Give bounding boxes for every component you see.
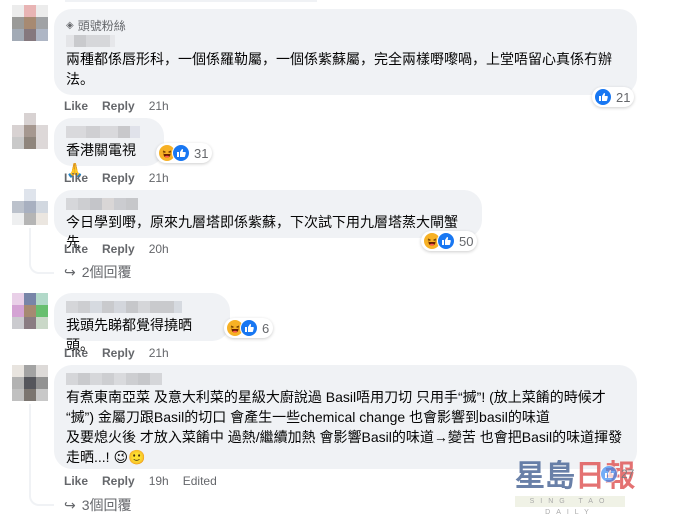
comment-bubble: 今日學到嘢，原來九層塔即係紫蘇，下次試下用九層塔蒸大閘蟹先 xyxy=(54,190,482,250)
like-reaction-icon xyxy=(437,232,455,250)
reply-button[interactable]: Reply xyxy=(102,346,135,360)
reaction-count: 27 xyxy=(621,467,635,481)
like-button[interactable]: Like xyxy=(64,171,88,185)
reaction-summary[interactable]: 27 xyxy=(600,465,634,483)
like-button[interactable]: Like xyxy=(64,474,88,488)
comment-bubble: 香港關電視🙏 xyxy=(54,118,164,178)
reply-button[interactable]: Reply xyxy=(102,242,135,256)
top-fan-badge: ◈ 頭號粉絲 xyxy=(66,17,625,33)
like-button[interactable]: Like xyxy=(64,99,88,113)
reaction-summary[interactable]: 31 xyxy=(156,143,213,163)
author-name[interactable] xyxy=(66,373,625,385)
author-name[interactable] xyxy=(66,301,218,313)
replies-label: 3個回覆 xyxy=(81,497,132,513)
like-reaction-icon xyxy=(600,465,618,483)
timestamp[interactable]: 21h xyxy=(149,171,169,185)
comment-text: 有煮東南亞菜 及意大利菜的星級大廚說過 Basil唔用刀切 只用手“搣”! (放… xyxy=(66,389,623,465)
comment-text: 兩種都係唇形科，一個係羅勒屬，一個係紫蘇屬，完全兩樣嘢嚟喎，上堂唔留心真係冇辦 … xyxy=(66,51,612,87)
reaction-summary[interactable]: 21 xyxy=(592,87,635,107)
comment-bubble: 有煮東南亞菜 及意大利菜的星級大廚說過 Basil唔用刀切 只用手“搣”! (放… xyxy=(54,365,637,469)
avatar[interactable] xyxy=(12,113,48,149)
reaction-count: 6 xyxy=(262,320,270,336)
timestamp[interactable]: 20h xyxy=(149,242,169,256)
thread-connector xyxy=(29,404,54,506)
timestamp[interactable]: 21h xyxy=(149,346,169,360)
comment-bubble: ◈ 頭號粉絲 兩種都係唇形科，一個係羅勒屬，一個係紫蘇屬，完全兩樣嘢嚟喎，上堂唔… xyxy=(54,9,637,95)
comment-actions: Like Reply 19h Edited xyxy=(64,473,231,489)
reaction-summary[interactable]: 50 xyxy=(421,231,478,251)
timestamp[interactable]: 19h xyxy=(149,474,169,488)
comment-actions: Like Reply 21h xyxy=(64,170,183,186)
like-button[interactable]: Like xyxy=(64,242,88,256)
comment-actions: Like Reply 21h xyxy=(64,345,183,361)
avatar[interactable] xyxy=(12,189,48,225)
reply-arrow-icon: ↪ xyxy=(64,496,76,513)
reaction-summary[interactable]: 6 xyxy=(224,318,274,338)
watermark-char: 島 xyxy=(545,460,575,493)
sing-tao-watermark: 星 島 日 報 SING TAO DAILY 27 xyxy=(515,460,635,516)
reply-arrow-icon: ↪ xyxy=(64,263,76,280)
thread-connector xyxy=(29,228,54,274)
timestamp[interactable]: 21h xyxy=(149,99,169,113)
avatar[interactable] xyxy=(12,365,48,401)
reaction-count: 21 xyxy=(616,89,631,105)
author-name[interactable] xyxy=(66,126,152,138)
like-reaction-icon xyxy=(240,319,258,337)
reaction-count: 31 xyxy=(194,145,209,161)
comment-bubble: 我頭先睇都覺得撓晒頭。 xyxy=(54,293,230,353)
previous-comment-edge xyxy=(65,0,317,2)
reply-button[interactable]: Reply xyxy=(102,171,135,185)
reply-button[interactable]: Reply xyxy=(102,474,135,488)
like-reaction-icon xyxy=(594,88,612,106)
comment-actions: Like Reply 21h xyxy=(64,98,183,114)
author-name[interactable] xyxy=(66,198,470,210)
view-replies-link[interactable]: ↪ 2個回覆 xyxy=(64,263,132,281)
replies-label: 2個回覆 xyxy=(81,264,132,280)
author-name[interactable] xyxy=(66,35,625,47)
comment-actions: Like Reply 20h xyxy=(64,241,183,257)
like-button[interactable]: Like xyxy=(64,346,88,360)
badge-label: 頭號粉絲 xyxy=(77,18,126,33)
diamond-icon: ◈ xyxy=(66,19,74,31)
like-reaction-icon xyxy=(172,144,190,162)
edited-label[interactable]: Edited xyxy=(183,474,217,488)
reaction-count: 50 xyxy=(459,233,474,249)
avatar[interactable] xyxy=(12,5,48,41)
watermark-subtitle: SING TAO DAILY xyxy=(515,496,625,516)
view-replies-link[interactable]: ↪ 3個回覆 xyxy=(64,496,132,514)
avatar[interactable] xyxy=(12,293,48,329)
watermark-char: 星 xyxy=(515,460,545,493)
reply-button[interactable]: Reply xyxy=(102,99,135,113)
